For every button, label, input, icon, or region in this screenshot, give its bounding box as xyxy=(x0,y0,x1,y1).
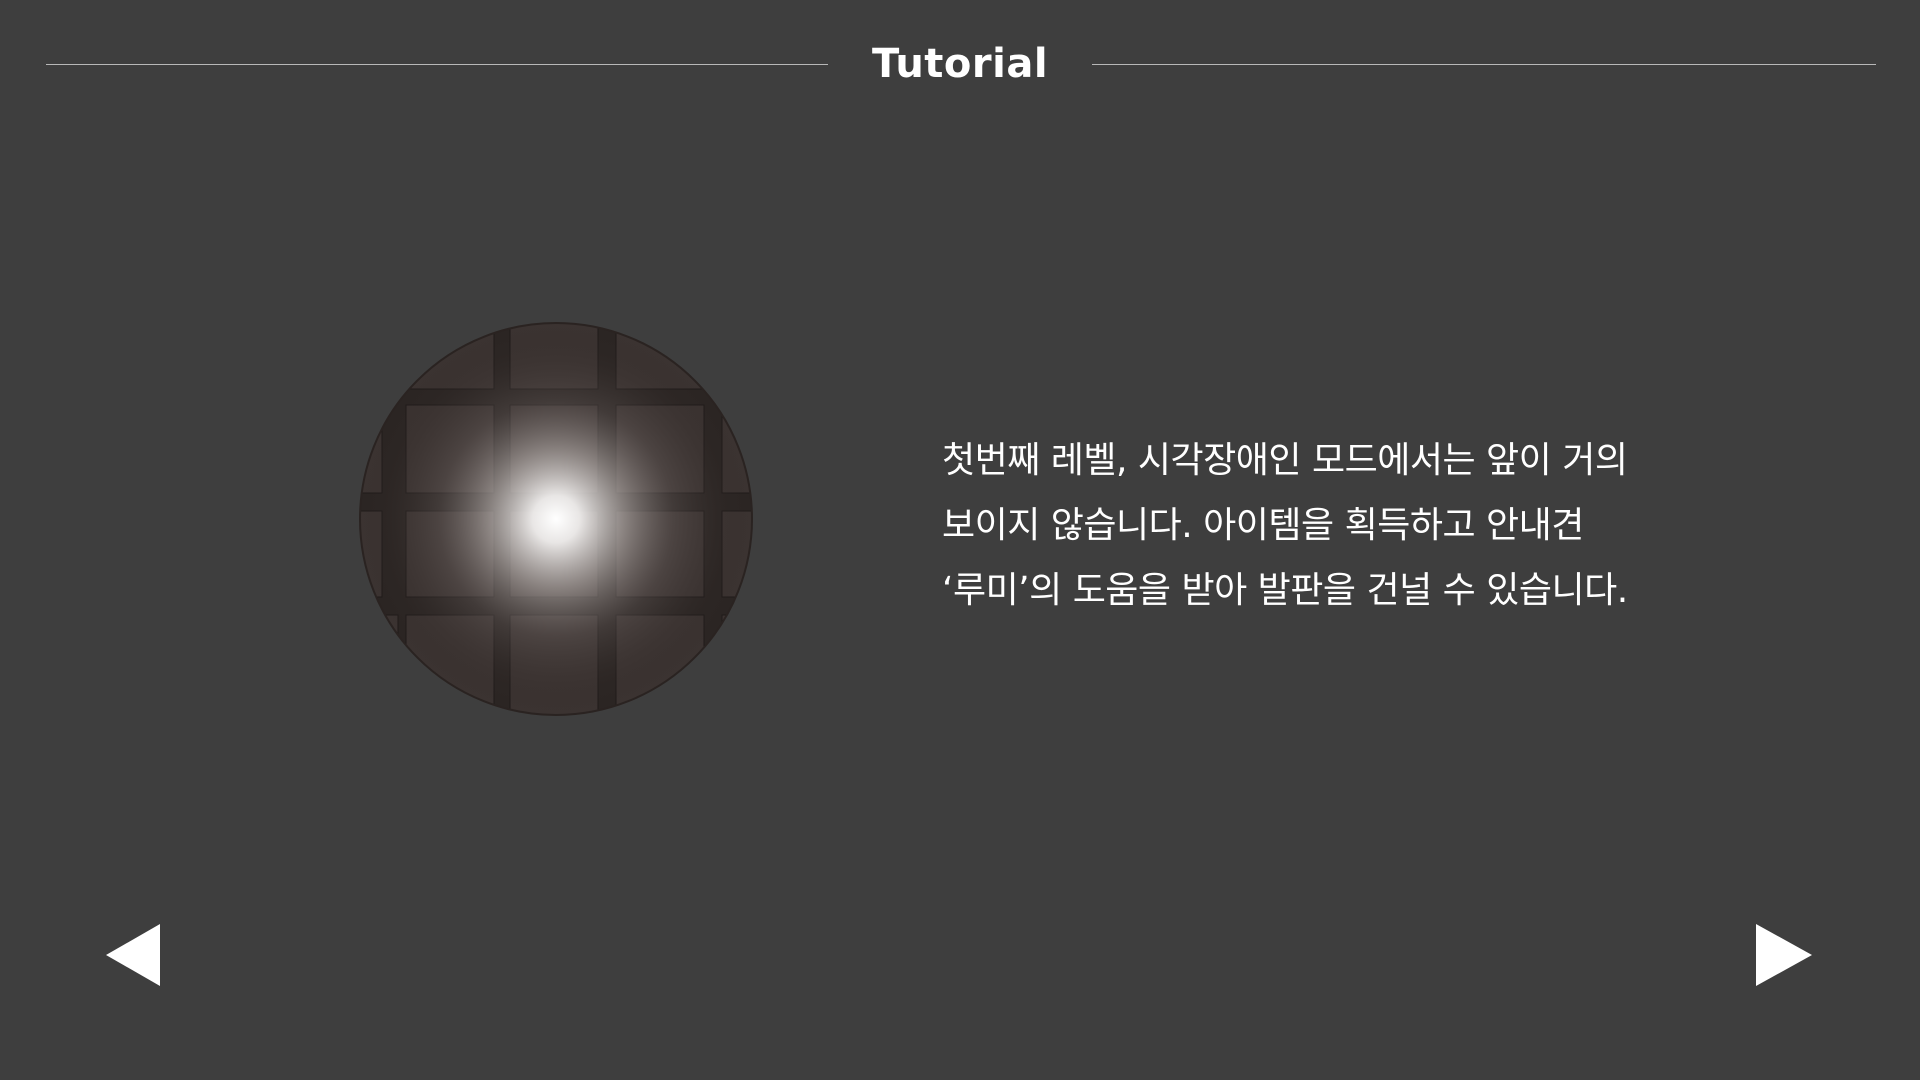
tutorial-screen: Tutorial 첫번째 레벨, 시각장애인 모드에서는 앞이 거의 보이지 않… xyxy=(0,0,1920,1080)
description-line: 첫번째 레벨, 시각장애인 모드에서는 앞이 거의 xyxy=(942,440,1628,481)
triangle-right-icon xyxy=(1756,924,1812,986)
tutorial-description: 첫번째 레벨, 시각장애인 모드에서는 앞이 거의 보이지 않습니다. 아이템을… xyxy=(942,428,1762,623)
header-divider-left xyxy=(46,64,828,65)
header-divider-right xyxy=(1092,64,1876,65)
description-line: ‘루미’의 도움을 받아 발판을 건널 수 있습니다. xyxy=(942,570,1628,611)
page-title: Tutorial xyxy=(871,41,1049,87)
next-page-button[interactable] xyxy=(1754,920,1814,990)
previous-page-button[interactable] xyxy=(104,920,164,990)
level-preview-image xyxy=(358,321,754,717)
spotlight-grid-icon xyxy=(359,322,753,716)
description-line: 보이지 않습니다. 아이템을 획득하고 안내견 xyxy=(942,505,1584,546)
triangle-left-icon xyxy=(106,924,160,986)
